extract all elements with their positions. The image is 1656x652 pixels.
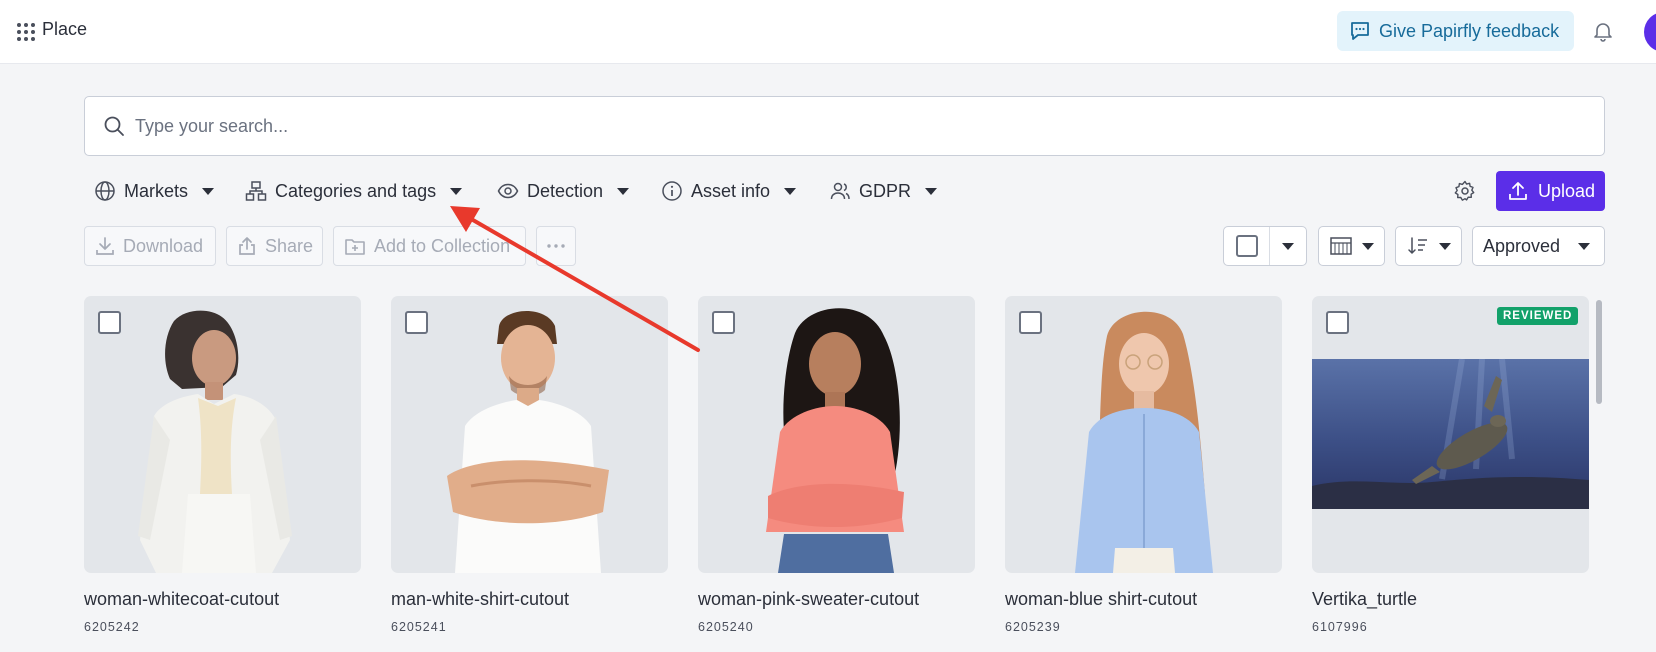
- filter-label: Detection: [527, 180, 604, 201]
- avatar[interactable]: [1644, 12, 1656, 52]
- filter-label: Asset info: [691, 180, 771, 201]
- grid-view-icon: [1329, 237, 1352, 255]
- select-all-checkbox-area[interactable]: [1224, 227, 1270, 265]
- add-to-collection-label: Add to Collection: [374, 235, 511, 256]
- chevron-down-icon: [617, 187, 630, 195]
- asset-name[interactable]: woman-blue shirt-cutout: [1005, 589, 1282, 610]
- hierarchy-icon: [245, 181, 267, 201]
- asset-name[interactable]: woman-pink-sweater-cutout: [698, 589, 975, 610]
- asset-name[interactable]: man-white-shirt-cutout: [391, 589, 668, 610]
- chevron-down-icon: [1361, 242, 1374, 250]
- more-icon: [547, 244, 565, 248]
- globe-icon: [95, 181, 115, 201]
- asset-card[interactable]: woman-blue shirt-cutout 6205239: [1005, 296, 1282, 634]
- asset-checkbox[interactable]: [1326, 311, 1349, 334]
- scrollbar[interactable]: [1596, 300, 1602, 404]
- asset-image-woman-pink-sweater: [766, 308, 904, 573]
- select-menu-toggle[interactable]: [1270, 242, 1306, 250]
- status-dropdown[interactable]: Approved: [1472, 226, 1605, 266]
- grid-dots-icon[interactable]: [16, 22, 36, 42]
- filter-label: GDPR: [859, 180, 912, 201]
- search-icon: [104, 116, 124, 136]
- asset-id: 6205241: [391, 620, 447, 634]
- asset-checkbox[interactable]: [1019, 311, 1042, 334]
- download-icon: [96, 237, 114, 255]
- folder-plus-icon: [345, 239, 365, 255]
- asset-image-turtle: [1312, 358, 1589, 509]
- asset-image-man-white-shirt: [447, 310, 609, 573]
- chevron-down-icon: [1578, 242, 1590, 250]
- sort-dropdown[interactable]: [1395, 226, 1462, 266]
- asset-id: 6107996: [1312, 620, 1368, 634]
- chat-feedback-icon: [1351, 22, 1369, 40]
- chevron-down-icon: [202, 187, 215, 195]
- download-button[interactable]: Download: [84, 226, 216, 266]
- asset-thumbnail[interactable]: [698, 296, 975, 573]
- search-input[interactable]: [135, 115, 1535, 137]
- filter-detection[interactable]: Detection: [497, 176, 630, 206]
- asset-thumbnail[interactable]: [84, 296, 361, 573]
- select-all-control[interactable]: [1223, 226, 1307, 266]
- share-button[interactable]: Share: [226, 226, 323, 266]
- filter-asset-info[interactable]: Asset info: [661, 176, 797, 206]
- asset-card[interactable]: man-white-shirt-cutout 6205241: [391, 296, 668, 634]
- asset-image-woman-whitecoat: [138, 310, 292, 573]
- asset-checkbox[interactable]: [98, 311, 121, 334]
- asset-thumbnail[interactable]: [391, 296, 668, 573]
- filter-markets[interactable]: Markets: [94, 176, 215, 206]
- asset-id: 6205239: [1005, 620, 1061, 634]
- chevron-down-icon: [450, 187, 463, 195]
- user-icon: [830, 182, 850, 200]
- bell-icon[interactable]: [1592, 20, 1614, 42]
- feedback-label: Give Papirfly feedback: [1379, 20, 1560, 41]
- chevron-down-icon: [1438, 242, 1451, 250]
- asset-card[interactable]: woman-whitecoat-cutout 6205242: [84, 296, 361, 634]
- asset-image-woman-blue-shirt: [1075, 311, 1213, 573]
- asset-card[interactable]: REVIEWED Vertika_turtle 6107996: [1312, 296, 1589, 634]
- gear-icon[interactable]: [1454, 180, 1476, 202]
- app-title: Place: [42, 19, 88, 39]
- asset-name[interactable]: woman-whitecoat-cutout: [84, 589, 361, 610]
- status-dropdown-value: Approved: [1483, 235, 1561, 256]
- filter-gdpr[interactable]: GDPR: [829, 176, 938, 206]
- asset-thumbnail[interactable]: REVIEWED: [1312, 296, 1589, 573]
- share-icon: [239, 237, 255, 255]
- upload-label: Upload: [1538, 180, 1596, 201]
- search-bar[interactable]: [84, 96, 1605, 156]
- info-icon: [662, 181, 682, 201]
- view-mode-dropdown[interactable]: [1318, 226, 1385, 266]
- eye-icon: [497, 183, 519, 199]
- add-to-collection-button[interactable]: Add to Collection: [333, 226, 526, 266]
- top-bar: Place Give Papirfly feedback: [0, 0, 1656, 64]
- asset-checkbox[interactable]: [405, 311, 428, 334]
- reviewed-badge: REVIEWED: [1497, 307, 1579, 325]
- filter-label: Markets: [124, 180, 189, 201]
- asset-thumbnail[interactable]: [1005, 296, 1282, 573]
- asset-id: 6205242: [84, 620, 140, 634]
- upload-icon: [1509, 182, 1527, 200]
- chevron-down-icon: [1282, 242, 1294, 250]
- feedback-button[interactable]: Give Papirfly feedback: [1337, 11, 1574, 51]
- select-all-checkbox[interactable]: [1235, 235, 1258, 257]
- filter-label: Categories and tags: [275, 180, 437, 201]
- more-actions-button[interactable]: [536, 226, 576, 266]
- sort-icon: [1407, 237, 1427, 254]
- asset-card[interactable]: woman-pink-sweater-cutout 6205240: [698, 296, 975, 634]
- chevron-down-icon: [784, 187, 797, 195]
- download-label: Download: [123, 235, 204, 256]
- asset-id: 6205240: [698, 620, 754, 634]
- asset-checkbox[interactable]: [712, 311, 735, 334]
- chevron-down-icon: [925, 187, 938, 195]
- share-label: Share: [265, 235, 314, 256]
- filter-categories-and-tags[interactable]: Categories and tags: [245, 176, 463, 206]
- asset-name[interactable]: Vertika_turtle: [1312, 589, 1589, 610]
- upload-button[interactable]: Upload: [1496, 171, 1605, 211]
